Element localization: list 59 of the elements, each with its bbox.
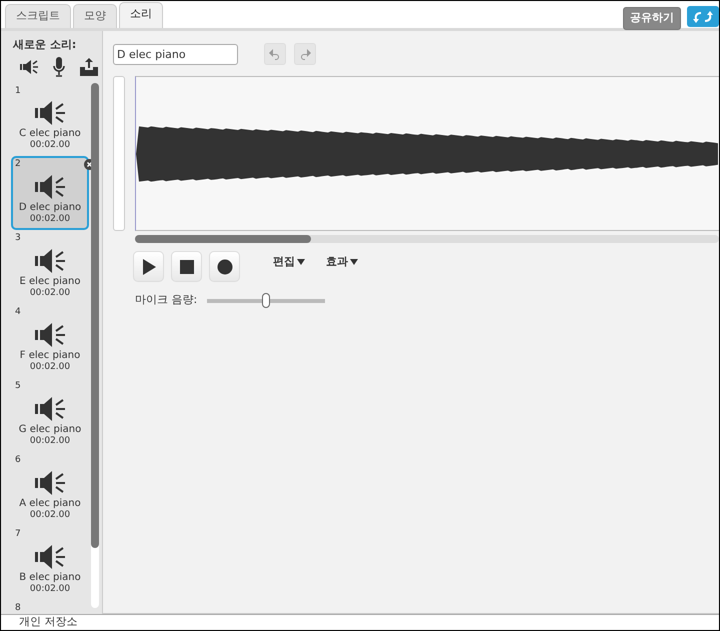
tab[interactable]: 모양 xyxy=(73,4,117,28)
slider-thumb[interactable] xyxy=(262,293,270,308)
share-button[interactable]: 공유하기 xyxy=(623,7,681,30)
tab[interactable]: 스크립트 xyxy=(5,4,71,28)
caret-icon xyxy=(350,259,358,266)
sound-name: D elec piano xyxy=(18,202,82,214)
sound-item[interactable]: 8 xyxy=(11,600,89,614)
play-icon xyxy=(142,258,156,274)
caret-icon xyxy=(297,259,305,266)
speaker-icon xyxy=(33,98,67,128)
new-sound-label: 새로운 소리: xyxy=(12,37,78,53)
sound-duration: 00:02.00 xyxy=(30,362,70,373)
record-button[interactable] xyxy=(209,251,240,282)
item-number: 4 xyxy=(14,306,21,320)
sound-item[interactable]: 5 G elec piano 00:02.00 xyxy=(11,378,89,452)
mic-volume-label: 마이크 음량: xyxy=(135,292,198,308)
sound-name: F elec piano xyxy=(20,350,80,362)
sound-item[interactable]: 7 B elec piano 00:02.00 xyxy=(11,526,89,600)
sound-name-field[interactable]: D elec piano xyxy=(113,44,238,64)
sound-duration: 00:02.00 xyxy=(30,584,70,595)
menu-button[interactable]: 편집 xyxy=(273,254,305,270)
upload-icon[interactable] xyxy=(79,58,99,76)
backpack-label[interactable]: 개인 저장소 xyxy=(19,614,78,631)
sound-item[interactable]: 1 C elec piano 00:02.00 xyxy=(11,82,89,156)
item-number: 6 xyxy=(14,454,21,468)
item-number: 1 xyxy=(14,84,21,98)
play-button[interactable] xyxy=(133,251,164,282)
sync-button[interactable] xyxy=(687,6,719,27)
redo-icon xyxy=(298,48,312,60)
sound-duration: 00:02.00 xyxy=(30,214,70,225)
undo-icon xyxy=(268,48,282,60)
menu-button[interactable]: 효과 xyxy=(326,254,358,270)
sound-name: G elec piano xyxy=(18,424,82,436)
sync-icon xyxy=(692,10,714,24)
sound-duration: 00:02.00 xyxy=(30,288,70,299)
scrollbar-thumb[interactable] xyxy=(135,235,311,243)
tab[interactable]: 소리 xyxy=(119,2,163,28)
stop-icon xyxy=(180,260,194,274)
sound-duration: 00:02.00 xyxy=(30,140,70,151)
sound-name: B elec piano xyxy=(19,572,81,584)
item-number: 8 xyxy=(14,602,21,615)
sound-item[interactable]: 2 D elec piano 00:02.00 xyxy=(11,156,89,230)
sound-duration: 00:02.00 xyxy=(30,436,70,447)
item-number: 2 xyxy=(14,158,21,172)
item-number: 7 xyxy=(14,528,21,542)
item-number: 5 xyxy=(14,380,21,394)
sound-item[interactable]: 6 A elec piano 00:02.00 xyxy=(11,452,89,526)
speaker-icon[interactable] xyxy=(19,58,39,76)
stop-button[interactable] xyxy=(171,251,202,282)
sound-item[interactable]: 4 F elec piano 00:02.00 xyxy=(11,304,89,378)
sound-name: A elec piano xyxy=(19,498,81,510)
sound-name: E elec piano xyxy=(20,276,80,288)
sound-duration: 00:02.00 xyxy=(30,510,70,521)
item-number: 3 xyxy=(14,232,21,246)
record-icon xyxy=(216,258,232,274)
microphone-icon[interactable] xyxy=(53,56,65,76)
sound-name: C elec piano xyxy=(19,128,81,140)
scrollbar-thumb[interactable] xyxy=(91,82,99,548)
sound-item[interactable]: 3 E elec piano 00:02.00 xyxy=(11,230,89,304)
